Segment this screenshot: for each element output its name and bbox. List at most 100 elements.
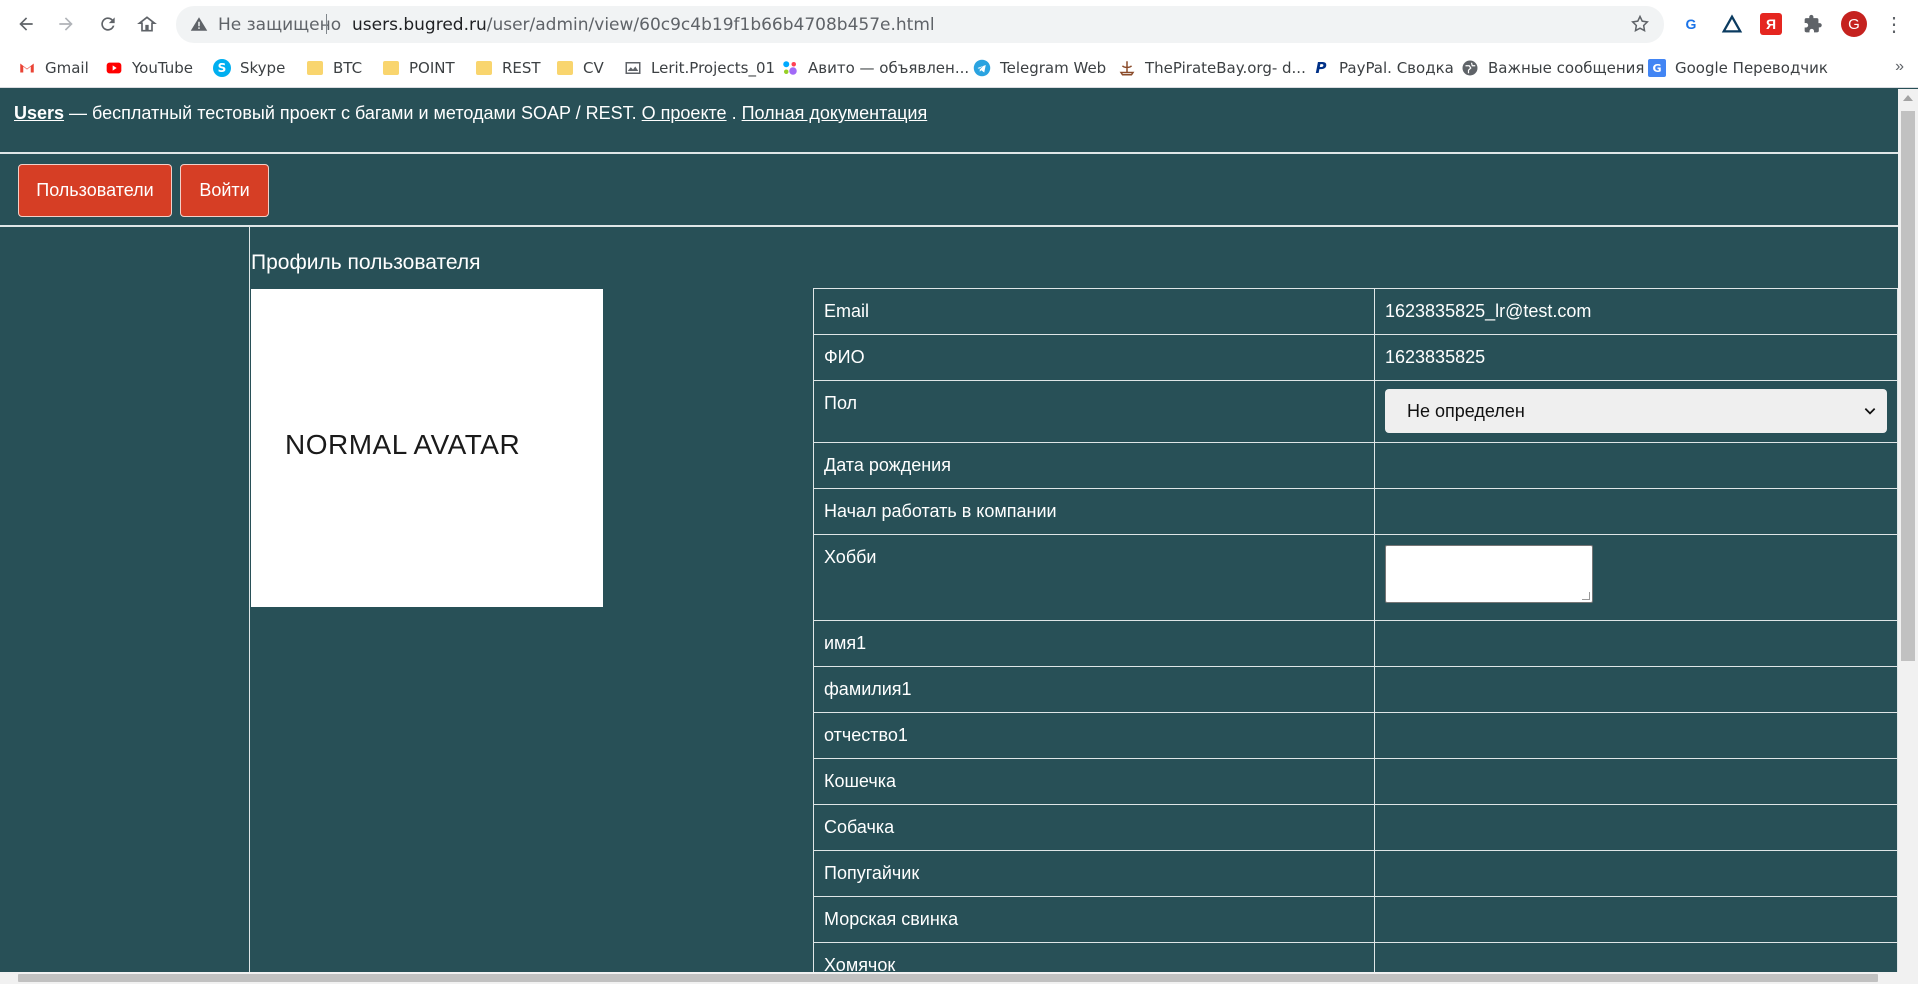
scroll-up-arrow-icon[interactable] <box>1903 95 1913 101</box>
bookmark-youtube[interactable]: YouTube <box>105 48 193 88</box>
bookmark-gmail[interactable]: Gmail <box>18 48 89 88</box>
hobby-textarea[interactable] <box>1385 545 1593 603</box>
vertical-scroll-thumb[interactable] <box>1901 111 1915 661</box>
table-row: имя1 <box>813 620 1898 667</box>
chevron-down-icon <box>1864 408 1876 415</box>
bookmark-rest[interactable]: REST <box>475 48 541 88</box>
bookmarks-overflow-icon[interactable]: » <box>1895 58 1904 76</box>
yandex-extension-icon[interactable]: Я <box>1760 13 1782 35</box>
bookmark-cv[interactable]: CV <box>556 48 604 88</box>
pirate-icon <box>1118 59 1136 77</box>
bookmark-label: Google Переводчик <box>1675 59 1828 77</box>
bookmark-piratebay[interactable]: ThePirateBay.org- d... <box>1118 48 1306 88</box>
telegram-icon <box>973 59 991 77</box>
page-title: Профиль пользователя <box>251 251 481 274</box>
bookmark-label: CV <box>583 59 604 77</box>
skype-icon: S <box>213 59 231 77</box>
table-row: Дата рождения <box>813 442 1898 489</box>
url-host: users.bugred.ru <box>352 15 487 35</box>
table-row: Пол Не определен <box>813 380 1898 443</box>
tagline: — бесплатный тестовый проект с багами и … <box>64 103 642 123</box>
field-label: Хобби <box>813 534 1375 621</box>
email-value: 1623835825_lr@test.com <box>1374 288 1898 335</box>
gender-selected-value: Не определен <box>1407 400 1525 421</box>
bookmark-star-icon[interactable] <box>1630 14 1650 34</box>
bookmark-label: Telegram Web <box>1000 59 1107 77</box>
bookmark-telegram[interactable]: Telegram Web <box>973 48 1106 88</box>
profile-table: Email 1623835825_lr@test.com ФИО 1623835… <box>813 288 1898 972</box>
field-label: Морская свинка <box>813 896 1375 943</box>
table-row: ФИО 1623835825 <box>813 334 1898 381</box>
patronymic1-value <box>1374 712 1898 759</box>
docs-link[interactable]: Полная документация <box>742 103 928 123</box>
hamster-value <box>1374 942 1898 972</box>
field-label: Попугайчик <box>813 850 1375 897</box>
bookmark-point[interactable]: POINT <box>382 48 455 88</box>
birthday-value <box>1374 442 1898 489</box>
bookmark-important[interactable]: Важные сообщения <box>1461 48 1644 88</box>
triangle-extension-icon[interactable] <box>1720 12 1744 36</box>
start-work-value <box>1374 488 1898 535</box>
gender-select[interactable]: Не определен <box>1385 389 1887 433</box>
table-row: Попугайчик <box>813 850 1898 897</box>
bookmark-label: Skype <box>240 59 286 77</box>
horizontal-scrollbar[interactable] <box>0 972 1918 984</box>
bookmark-avito[interactable]: Авито — объявлен... <box>781 48 969 88</box>
security-label[interactable]: Не защищено <box>218 15 341 35</box>
bookmark-skype[interactable]: S Skype <box>213 48 285 88</box>
table-row: Собачка <box>813 804 1898 851</box>
bookmark-label: REST <box>502 59 541 77</box>
table-row: Кошечка <box>813 758 1898 805</box>
field-label: Email <box>813 288 1375 335</box>
url-text[interactable]: users.bugred.ru/user/admin/view/60c9c4b1… <box>352 15 935 35</box>
table-row: Хобби <box>813 534 1898 621</box>
page-content: Users — бесплатный тестовый проект с баг… <box>0 89 1898 972</box>
users-button[interactable]: Пользователи <box>18 164 172 217</box>
folder-icon <box>382 59 400 77</box>
home-icon[interactable] <box>135 12 159 36</box>
forward-arrow-icon[interactable] <box>54 12 78 36</box>
bookmark-label: POINT <box>409 59 455 77</box>
bookmark-paypal[interactable]: P PayPal. Сводка <box>1312 48 1454 88</box>
profile-avatar[interactable]: G <box>1841 11 1867 37</box>
bookmark-translate[interactable]: G Google Переводчик <box>1648 48 1828 88</box>
field-label: Пол <box>813 380 1375 443</box>
warning-icon[interactable] <box>190 15 208 33</box>
cat-value <box>1374 758 1898 805</box>
bookmark-label: Lerit.Projects_01 <box>651 59 776 77</box>
bookmark-label: Авито — объявлен... <box>808 59 970 77</box>
field-label: Дата рождения <box>813 442 1375 489</box>
browser-toolbar: Не защищено users.bugred.ru/user/admin/v… <box>0 0 1918 48</box>
reload-icon[interactable] <box>96 12 120 36</box>
field-label: ФИО <box>813 334 1375 381</box>
table-row: Начал работать в компании <box>813 488 1898 535</box>
field-label: Начал работать в компании <box>813 488 1375 535</box>
url-path: /user/admin/view/60c9c4b19f1b66b4708b457… <box>486 15 935 35</box>
surname1-value <box>1374 666 1898 713</box>
site-header: Users — бесплатный тестовый проект с баг… <box>14 103 927 124</box>
bookmark-label: PayPal. Сводка <box>1339 59 1454 77</box>
table-row: Морская свинка <box>813 896 1898 943</box>
avatar-text: NORMAL AVATAR <box>285 429 521 460</box>
resize-grip-icon[interactable] <box>1582 592 1590 600</box>
address-bar[interactable]: Не защищено users.bugred.ru/user/admin/v… <box>176 6 1664 43</box>
bookmark-lerit[interactable]: Lerit.Projects_01 <box>624 48 775 88</box>
about-link[interactable]: О проекте <box>642 103 727 123</box>
browser-menu-icon[interactable]: ⋮ <box>1882 12 1906 36</box>
translate-icon: G <box>1648 59 1666 77</box>
login-button[interactable]: Войти <box>180 164 269 217</box>
bookmark-label: YouTube <box>132 59 193 77</box>
gender-cell: Не определен <box>1374 380 1898 443</box>
bookmark-btc[interactable]: BTC <box>306 48 362 88</box>
name1-value <box>1374 620 1898 667</box>
extensions-puzzle-icon[interactable] <box>1801 12 1825 36</box>
brand-link[interactable]: Users <box>14 103 64 123</box>
bookmarks-bar: Gmail YouTube S Skype BTC POINT REST CV L… <box>0 48 1918 88</box>
horizontal-scroll-thumb[interactable] <box>18 974 1878 982</box>
translate-extension-icon[interactable]: G <box>1679 12 1703 36</box>
hobby-cell <box>1374 534 1898 621</box>
back-arrow-icon[interactable] <box>14 12 38 36</box>
vertical-scrollbar[interactable] <box>1898 89 1918 972</box>
dog-value <box>1374 804 1898 851</box>
youtube-icon <box>105 59 123 77</box>
